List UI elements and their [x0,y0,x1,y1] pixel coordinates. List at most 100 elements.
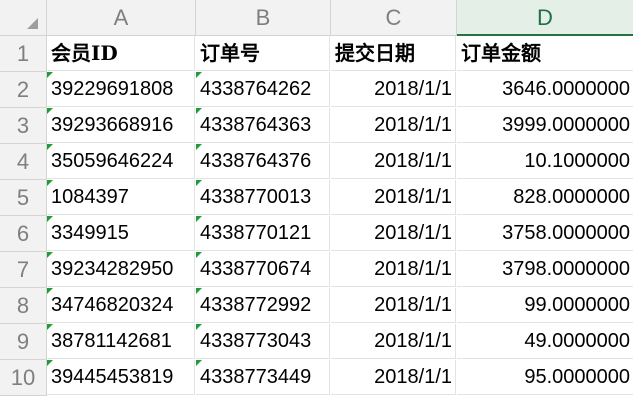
cell-submit-date[interactable]: 2018/1/1 [331,144,456,179]
cell-order-number[interactable]: 4338770013 [196,180,330,215]
cell-member-id[interactable]: 3349915 [47,216,195,251]
number-as-text-flag-icon [47,216,53,222]
cell-text: 95.0000000 [524,366,630,388]
cell-text: 5 [16,185,30,210]
cell-member-id[interactable]: 39229691808 [47,72,195,107]
number-as-text-flag-icon [47,360,53,366]
cell-text: 8 [16,293,30,318]
cell-order-amount[interactable]: 49.0000000 [457,324,633,359]
cell-member-id[interactable]: 39445453819 [47,360,195,395]
cell-member-id[interactable]: 会员ID [47,36,195,71]
number-as-text-flag-icon [196,324,202,330]
table-row: 4 35059646224 4338764376 2018/1/1 10.1000000 [0,144,633,180]
cell-text: 99.0000000 [524,294,630,316]
cell-text: 3798.0000000 [502,258,630,280]
cell-text: 4338773449 [200,366,312,388]
number-as-text-flag-icon [196,288,202,294]
cell-text: 4338764262 [200,78,312,100]
cell-text: 4338770013 [200,186,312,208]
table-row: 7 39234282950 4338770674 2018/1/1 3798.00000… [0,252,633,288]
row-header[interactable]: 9 [0,324,47,360]
number-as-text-flag-icon [47,72,53,78]
column-header-b[interactable]: B [196,0,331,36]
cell-order-number[interactable]: 4338764363 [196,108,330,143]
cell-member-id[interactable]: 39293668916 [47,108,195,143]
cell-text: 4338764363 [200,114,312,136]
table-row: 9 38781142681 4338773043 2018/1/1 49.0000000 [0,324,633,360]
row-header[interactable]: 10 [0,360,47,396]
cell-order-number[interactable]: 4338764376 [196,144,330,179]
row-header[interactable]: 2 [0,72,47,108]
row-header[interactable]: 5 [0,180,47,216]
number-as-text-flag-icon [196,360,202,366]
table-row: 5 1084397 4338770013 2018/1/1 828.0000000 [0,180,633,216]
number-as-text-flag-icon [196,216,202,222]
cell-order-amount[interactable]: 订单金额 [457,36,633,71]
number-as-text-flag-icon [47,252,53,258]
row-header[interactable]: 4 [0,144,47,180]
cell-member-id[interactable]: 1084397 [47,180,195,215]
cell-submit-date[interactable]: 2018/1/1 [331,108,456,143]
number-as-text-flag-icon [47,288,53,294]
cell-submit-date[interactable]: 2018/1/1 [331,180,456,215]
cell-text: 4338770674 [200,258,312,280]
cell-text: 会员ID [51,41,118,65]
cell-submit-date[interactable]: 2018/1/1 [331,360,456,395]
cell-order-number[interactable]: 4338773449 [196,360,330,395]
cell-text: 38781142681 [51,330,172,352]
cell-member-id[interactable]: 39234282950 [47,252,195,287]
cell-text: 1084397 [51,186,129,208]
row-header[interactable]: 1 [0,36,47,72]
cell-order-number[interactable]: 4338764262 [196,72,330,107]
spreadsheet-grid: A B C D 1 会员ID 订单号 提交日期 订单金额 2 39229691808 4338… [0,0,633,407]
cell-text: 订单号 [200,41,260,65]
column-header-d[interactable]: D [457,0,633,36]
cell-text: 3646.0000000 [502,78,630,100]
row-header[interactable]: 7 [0,252,47,288]
cell-text: 39293668916 [51,114,174,136]
cell-text: 2018/1/1 [374,294,452,316]
cell-text: 6 [16,221,30,246]
cell-order-number[interactable]: 订单号 [196,36,330,71]
cell-order-number[interactable]: 4338770674 [196,252,330,287]
cell-submit-date[interactable]: 提交日期 [331,36,456,71]
cell-member-id[interactable]: 38781142681 [47,324,195,359]
cell-submit-date[interactable]: 2018/1/1 [331,216,456,251]
cell-submit-date[interactable]: 2018/1/1 [331,324,456,359]
cell-order-number[interactable]: 4338770121 [196,216,330,251]
row-header[interactable]: 8 [0,288,47,324]
cell-order-amount[interactable]: 95.0000000 [457,360,633,395]
column-header-a[interactable]: A [47,0,196,36]
cell-text: 4338770121 [200,222,312,244]
cell-text: 828.0000000 [513,186,630,208]
cell-order-amount[interactable]: 3999.0000000 [457,108,633,143]
cell-text: 35059646224 [51,150,174,172]
cell-order-amount[interactable]: 828.0000000 [457,180,633,215]
cell-order-number[interactable]: 4338772992 [196,288,330,323]
cell-submit-date[interactable]: 2018/1/1 [331,72,456,107]
select-all-triangle-icon [27,18,38,29]
cell-order-amount[interactable]: 3758.0000000 [457,216,633,251]
cell-text: 2018/1/1 [374,366,452,388]
number-as-text-flag-icon [47,180,53,186]
cell-member-id[interactable]: 34746820324 [47,288,195,323]
cell-order-amount[interactable]: 3646.0000000 [457,72,633,107]
cell-text: 3999.0000000 [502,114,630,136]
column-header-row: A B C D [0,0,633,36]
cell-order-amount[interactable]: 99.0000000 [457,288,633,323]
cell-text: 7 [16,257,30,282]
select-all-corner[interactable] [0,0,47,36]
cell-submit-date[interactable]: 2018/1/1 [331,288,456,323]
cell-order-amount[interactable]: 10.1000000 [457,144,633,179]
cell-text: 3 [16,113,30,138]
cell-order-amount[interactable]: 3798.0000000 [457,252,633,287]
cell-member-id[interactable]: 35059646224 [47,144,195,179]
cell-submit-date[interactable]: 2018/1/1 [331,252,456,287]
row-header[interactable]: 6 [0,216,47,252]
column-header-c[interactable]: C [331,0,457,36]
cell-text: 3758.0000000 [502,222,630,244]
cell-order-number[interactable]: 4338773043 [196,324,330,359]
cell-text: 10.1000000 [524,150,630,172]
row-header[interactable]: 3 [0,108,47,144]
number-as-text-flag-icon [47,108,53,114]
